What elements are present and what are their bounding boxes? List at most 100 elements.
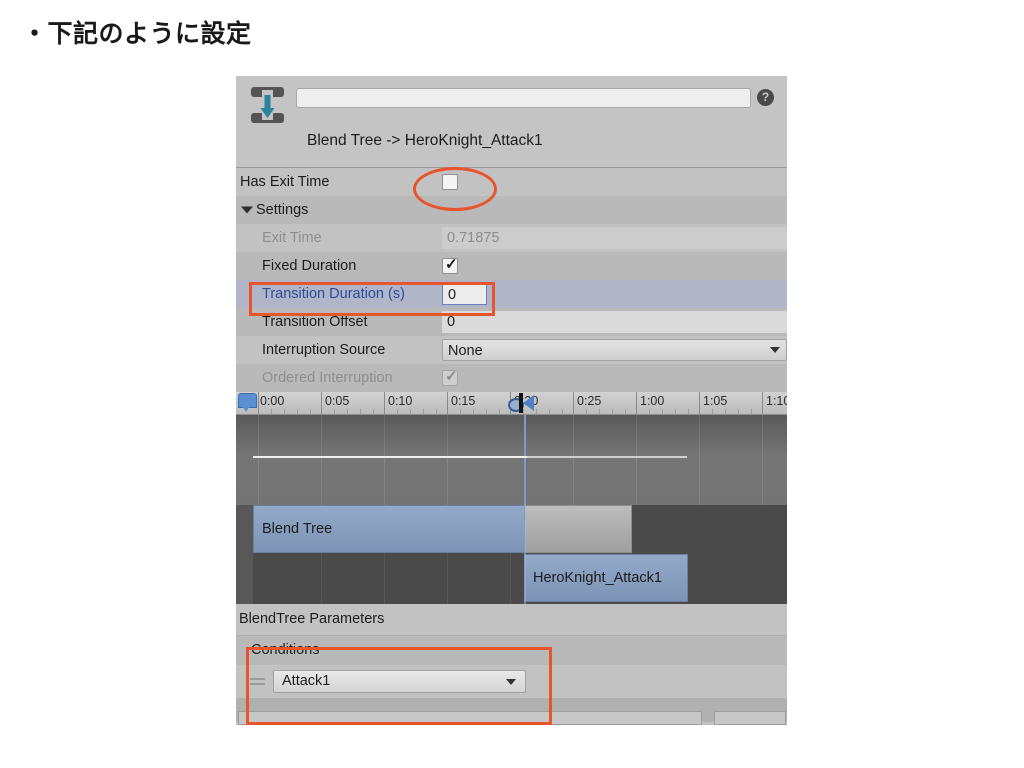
checkmark-icon: ✓ (445, 368, 458, 385)
options-menu-icon[interactable]: ⋮ (782, 90, 787, 104)
page-title: ・下記のように設定 (22, 20, 252, 48)
condition-parameter-select[interactable]: Attack1 (273, 670, 526, 693)
playhead-arrow-icon[interactable] (523, 395, 534, 411)
ruler-tick (258, 392, 259, 414)
ruler-minor-tick (688, 409, 689, 414)
lower-section: BlendTree Parameters Conditions Attack1 (236, 604, 787, 725)
blend-curve-target (527, 456, 687, 458)
graph-playhead[interactable] (524, 415, 526, 505)
ruler-minor-tick (347, 409, 348, 414)
unity-transition-inspector: ? ⋮ Blend Tree -> HeroKnight_Attack1 Has… (236, 76, 787, 725)
chevron-down-icon[interactable] (506, 678, 516, 685)
ordered-interruption-checkbox: ✓ (442, 368, 458, 386)
transition-path-label: Blend Tree -> HeroKnight_Attack1 (307, 132, 543, 149)
ruler-minor-tick (649, 409, 650, 414)
row-transition-duration[interactable]: Transition Duration (s) 0 (236, 280, 787, 308)
row-interruption-source[interactable]: Interruption Source None (236, 336, 787, 364)
graph-gridline (321, 415, 322, 505)
exit-time-input: 0.71875 (442, 227, 787, 249)
ruler-minor-tick (675, 409, 676, 414)
ruler-label: 0:05 (325, 394, 350, 408)
clip-blend-tree[interactable]: Blend Tree (253, 505, 525, 553)
ruler-minor-tick (360, 409, 361, 414)
graph-gridline (636, 415, 637, 505)
ruler-tick (573, 392, 574, 414)
transition-offset-input[interactable]: 0 (442, 311, 787, 333)
drag-handle-icon[interactable] (250, 677, 265, 686)
fixed-duration-checkbox[interactable]: ✓ (442, 256, 458, 274)
condition-row[interactable]: Attack1 (236, 665, 787, 698)
graph-gridline (447, 415, 448, 505)
chevron-down-icon[interactable] (241, 206, 253, 214)
transition-name-input[interactable] (296, 88, 751, 108)
ruler-minor-tick (751, 409, 752, 414)
transition-handle[interactable] (506, 393, 538, 413)
ruler-minor-tick (423, 409, 424, 414)
blend-tree-clip-tail[interactable] (524, 505, 632, 553)
transition-timeline[interactable]: 0:00 0:05 0:10 0:15 0:20 0:25 1:00 1:05 … (236, 392, 787, 605)
row-settings-foldout[interactable]: Settings (236, 196, 787, 224)
row-transition-offset[interactable]: Transition Offset 0 (236, 308, 787, 336)
ruler-minor-tick (738, 409, 739, 414)
has-exit-time-checkbox[interactable] (442, 174, 458, 190)
transition-blend-graph[interactable] (236, 415, 787, 505)
label-settings: Settings (256, 202, 309, 218)
blend-curve-source (253, 456, 527, 458)
ruler-tick (636, 392, 637, 414)
graph-gridline (384, 415, 385, 505)
ruler-minor-tick (271, 409, 272, 414)
ruler-label: 0:00 (260, 394, 285, 408)
transition-icon (250, 86, 285, 124)
transition-duration-input[interactable]: 0 (442, 283, 487, 305)
clip-lane-target (236, 554, 787, 602)
row-ordered-interruption[interactable]: Ordered Interruption ✓ (236, 364, 787, 392)
ruler-minor-tick (436, 409, 437, 414)
exit-time-marker[interactable] (238, 393, 258, 413)
ruler-tick (321, 392, 322, 414)
ruler-minor-tick (612, 409, 613, 414)
timeline-ruler[interactable]: 0:00 0:05 0:10 0:15 0:20 0:25 1:00 1:05 … (236, 392, 787, 415)
ruler-minor-tick (486, 409, 487, 414)
clip-playhead[interactable] (524, 505, 526, 605)
conditions-header: Conditions (236, 635, 787, 665)
ruler-label: 1:05 (703, 394, 728, 408)
ruler-minor-tick (499, 409, 500, 414)
ruler-minor-tick (473, 409, 474, 414)
ruler-minor-tick (562, 409, 563, 414)
row-exit-time[interactable]: Exit Time 0.71875 (236, 224, 787, 252)
ruler-minor-tick (334, 409, 335, 414)
row-fixed-duration[interactable]: Fixed Duration ✓ (236, 252, 787, 280)
clip-heroknight-attack1[interactable]: HeroKnight_Attack1 (524, 554, 688, 602)
ruler-minor-tick (297, 409, 298, 414)
bottom-partial-field[interactable] (238, 711, 702, 725)
ruler-label: 0:15 (451, 394, 476, 408)
bottom-partial-button[interactable] (714, 711, 786, 725)
label-interruption-source: Interruption Source (262, 342, 386, 358)
blendtree-parameters-label: BlendTree Parameters (236, 604, 787, 635)
ruler-tick (384, 392, 385, 414)
ruler-minor-tick (460, 409, 461, 414)
ruler-minor-tick (549, 409, 550, 414)
graph-gridline (258, 415, 259, 505)
exit-marker-point (241, 404, 251, 412)
ruler-minor-tick (410, 409, 411, 414)
ruler-minor-tick (599, 409, 600, 414)
ruler-tick (762, 392, 763, 414)
ruler-label: 1:10 (766, 394, 787, 408)
ruler-tick (447, 392, 448, 414)
graph-gridline (699, 415, 700, 505)
chevron-down-icon[interactable] (770, 347, 780, 353)
label-transition-offset: Transition Offset (262, 314, 368, 330)
label-transition-duration: Transition Duration (s) (262, 286, 405, 302)
timeline-clips[interactable]: Blend Tree HeroKnight_Attack1 (236, 505, 787, 605)
help-icon[interactable]: ? (757, 89, 774, 106)
inspector-header: ? ⋮ Blend Tree -> HeroKnight_Attack1 (236, 76, 787, 168)
row-has-exit-time[interactable]: Has Exit Time (236, 168, 787, 196)
ruler-minor-tick (586, 409, 587, 414)
ruler-minor-tick (310, 409, 311, 414)
label-exit-time: Exit Time (262, 230, 322, 246)
interruption-source-select[interactable]: None (442, 339, 787, 361)
ruler-minor-tick (725, 409, 726, 414)
bottom-strip (236, 698, 787, 725)
ruler-minor-tick (373, 409, 374, 414)
